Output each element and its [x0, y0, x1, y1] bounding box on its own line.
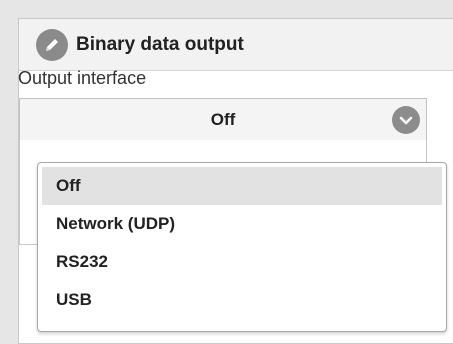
option-network-udp[interactable]: Network (UDP) — [42, 205, 442, 243]
option-usb[interactable]: USB — [42, 281, 442, 319]
output-interface-dropdown: Off Network (UDP) RS232 USB — [37, 162, 447, 332]
pencil-glyph — [46, 38, 58, 51]
panel-title: Binary data output — [76, 33, 244, 55]
option-rs232[interactable]: RS232 — [42, 243, 442, 281]
chevron-glyph — [399, 116, 413, 125]
pencil-icon[interactable] — [36, 28, 68, 61]
option-off[interactable]: Off — [42, 167, 442, 205]
output-interface-selected-value: Off — [210, 110, 236, 129]
chevron-down-icon[interactable] — [392, 106, 420, 134]
output-interface-select[interactable]: Off — [19, 98, 427, 140]
output-interface-label: Output interface — [18, 68, 147, 88]
panel-header: Binary data output — [19, 19, 453, 71]
